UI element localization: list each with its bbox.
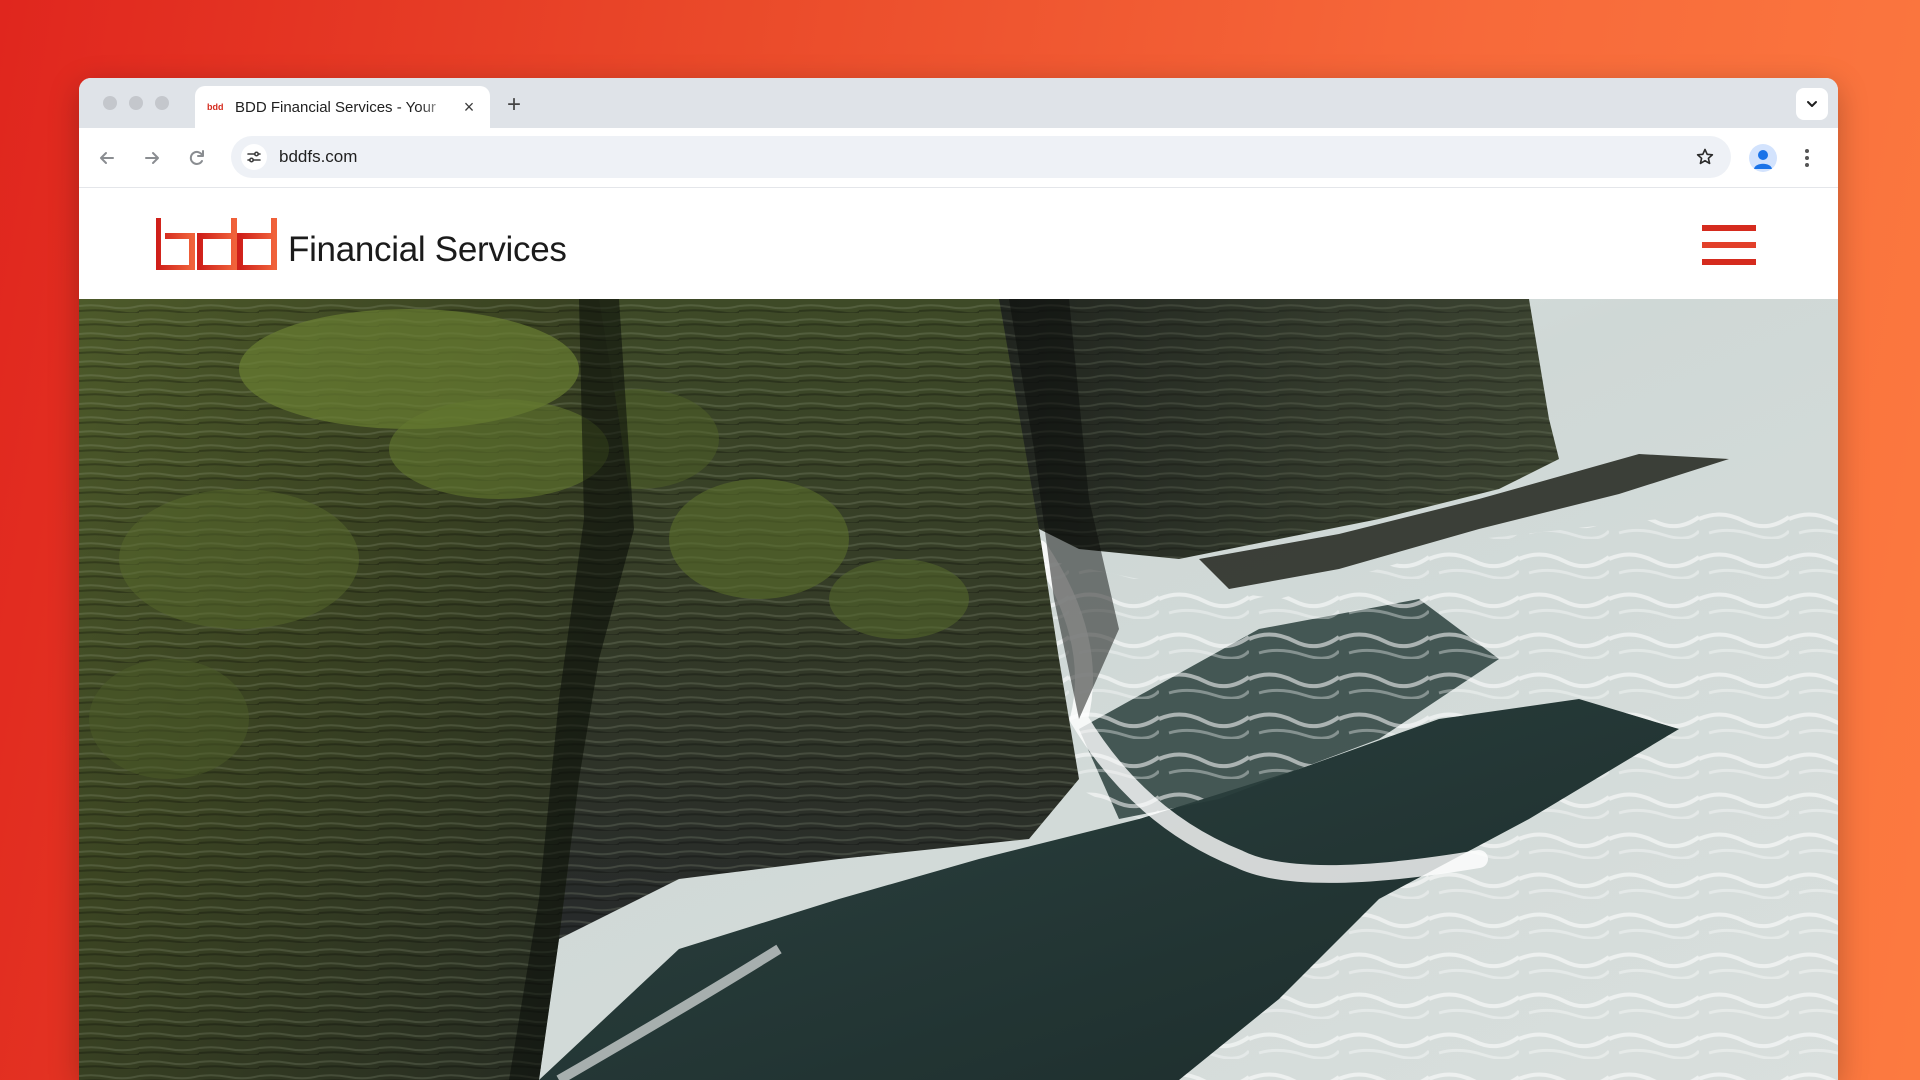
maximize-window-button[interactable] — [155, 96, 169, 110]
reload-button[interactable] — [181, 142, 213, 174]
tab-title: BDD Financial Services - Your — [235, 98, 436, 116]
site-header: Financial Services — [79, 188, 1838, 299]
site-settings-icon[interactable] — [241, 144, 267, 170]
tab-search-button[interactable] — [1796, 88, 1828, 120]
minimize-window-button[interactable] — [129, 96, 143, 110]
tab-search-chevron-icon — [1807, 101, 1817, 107]
forward-button[interactable] — [136, 142, 168, 174]
more-menu-icon[interactable] — [1793, 144, 1821, 172]
forward-arrow-icon — [145, 152, 159, 164]
hero-image — [79, 299, 1838, 1080]
back-button[interactable] — [91, 142, 123, 174]
sea-cliffs-image — [79, 299, 1838, 1080]
brand-logo[interactable]: Financial Services — [156, 218, 567, 270]
reload-icon — [189, 150, 204, 165]
tab-close-icon[interactable]: × — [458, 96, 480, 118]
bdd-logo-mark — [156, 218, 277, 270]
bookmark-star-icon[interactable] — [1693, 145, 1717, 169]
favicon-icon: bdd — [207, 102, 224, 112]
url-text[interactable]: bddfs.com — [279, 147, 1693, 167]
browser-toolbar: bddfs.com — [79, 128, 1838, 188]
active-tab[interactable]: bdd BDD Financial Services - Your × — [195, 86, 490, 128]
close-window-button[interactable] — [103, 96, 117, 110]
back-arrow-icon — [100, 152, 114, 164]
profile-icon[interactable] — [1749, 144, 1777, 172]
browser-window: bdd BDD Financial Services - Your × + bd… — [79, 78, 1838, 1080]
hamburger-menu-icon[interactable] — [1702, 225, 1756, 265]
tab-strip: bdd BDD Financial Services - Your × + — [79, 78, 1838, 128]
new-tab-button[interactable]: + — [499, 90, 529, 120]
address-bar[interactable]: bddfs.com — [231, 136, 1731, 178]
window-controls — [103, 96, 169, 110]
logo-text: Financial Services — [288, 230, 567, 269]
